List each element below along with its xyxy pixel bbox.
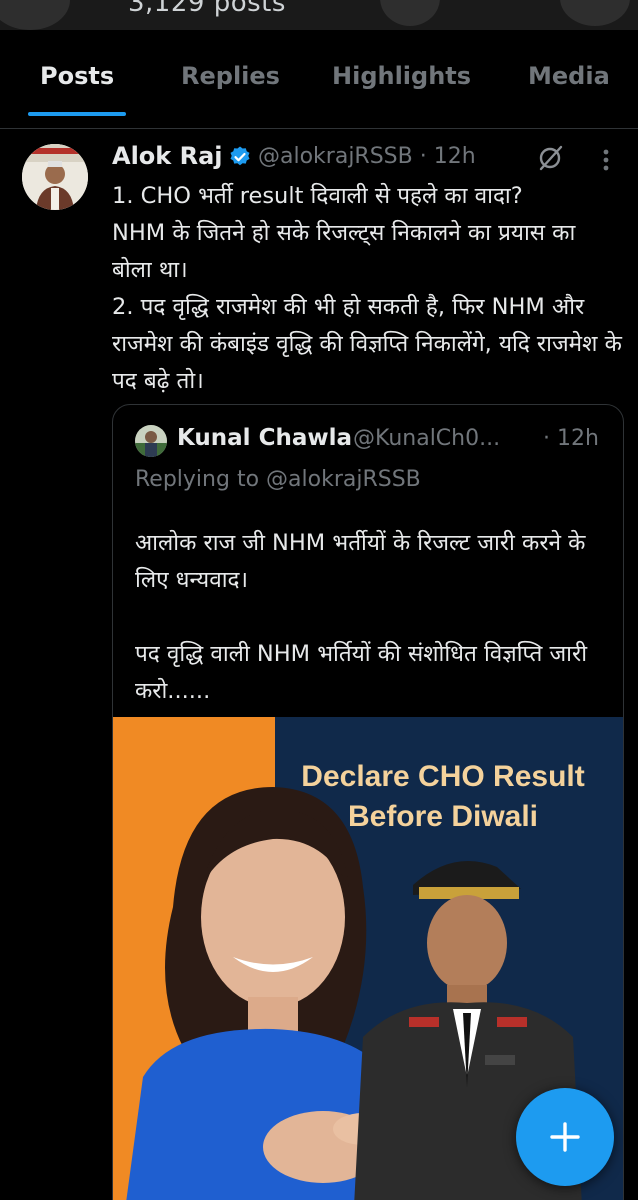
tabs-divider xyxy=(0,128,638,129)
header-icon-bg xyxy=(380,0,440,26)
more-options-icon[interactable] xyxy=(596,148,616,172)
quote-author-avatar[interactable] xyxy=(135,425,167,457)
quote-text: आलोक राज जी NHM भर्तीयों के रिजल्ट जारी … xyxy=(135,530,588,704)
author-name[interactable]: Alok Raj xyxy=(112,142,223,170)
tab-replies[interactable]: Replies xyxy=(181,62,280,90)
quote-time: · 12h xyxy=(543,426,599,451)
quoted-tweet[interactable]: Kunal Chawla @KunalCh0... · 12h Replying… xyxy=(112,404,624,1200)
post-count: 3,129 posts xyxy=(128,0,286,18)
active-tab-indicator xyxy=(28,112,126,116)
tab-media[interactable]: Media xyxy=(528,62,610,90)
tweet-text: 1. CHO भर्ती result दिवाली से पहले का वा… xyxy=(112,183,622,394)
profile-timeline: 3,129 posts Posts Replies Highlights Med… xyxy=(0,0,638,1200)
grok-icon[interactable] xyxy=(536,144,564,172)
replying-to[interactable]: Replying to @alokrajRSSB xyxy=(135,467,421,492)
tweet-header: Alok Raj @alokrajRSSB · 12h xyxy=(112,142,622,176)
profile-tabs: Posts Replies Highlights Media xyxy=(0,46,638,116)
header-icon-bg xyxy=(560,0,630,26)
verified-badge-icon xyxy=(230,146,250,166)
plus-icon xyxy=(550,1122,580,1152)
quote-author-name[interactable]: Kunal Chawla xyxy=(177,425,352,451)
tab-posts[interactable]: Posts xyxy=(40,62,114,90)
back-button-bg xyxy=(0,0,70,30)
tab-highlights[interactable]: Highlights xyxy=(332,62,471,90)
author-handle-time[interactable]: @alokrajRSSB · 12h xyxy=(258,144,476,169)
author-avatar[interactable] xyxy=(22,144,88,210)
profile-header: 3,129 posts xyxy=(0,0,638,30)
compose-button[interactable] xyxy=(516,1088,614,1186)
quote-author-handle[interactable]: @KunalCh0... xyxy=(353,426,500,451)
